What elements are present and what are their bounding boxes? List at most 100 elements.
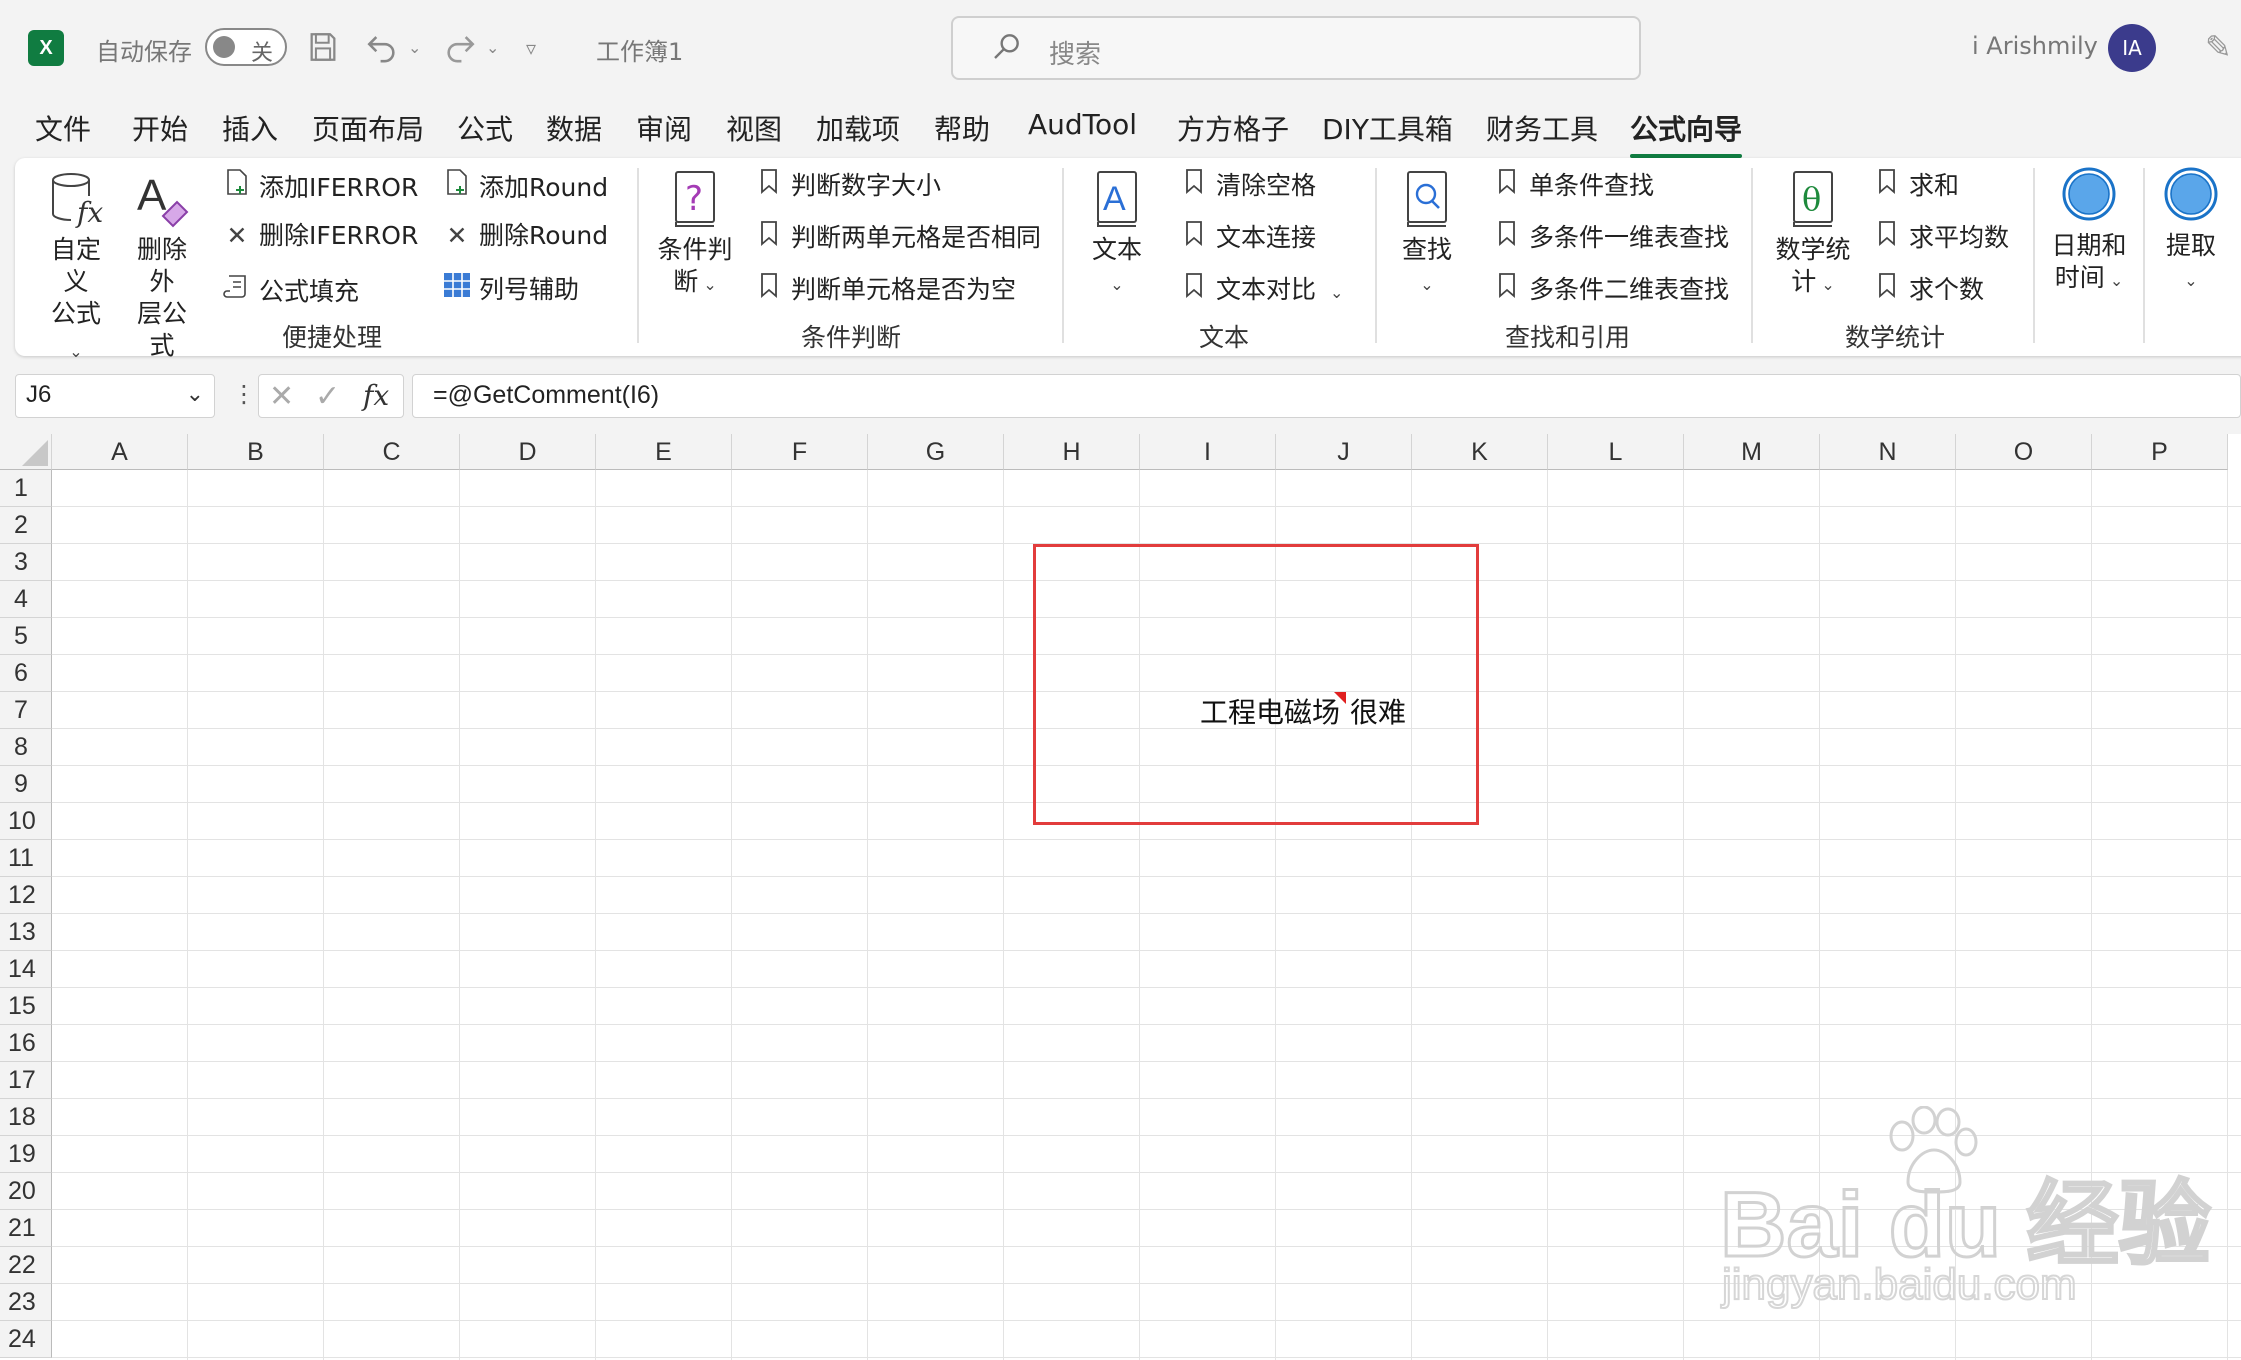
custom-formula-button[interactable]: fx 自定义 公式 ⌄ [45,170,107,368]
sum-button[interactable]: 求和 [1873,168,1959,202]
tab-view[interactable]: 视图 [726,108,782,148]
tab-formula-wizard[interactable]: 公式向导 [1630,108,1743,158]
column-header-b[interactable]: B [188,434,324,470]
undo-dropdown-icon[interactable]: ⌄ [408,30,421,66]
date-time-button[interactable]: 日期和 时间 ⌄ [2049,166,2129,297]
add-iferror-button[interactable]: 添加IFERROR [223,168,418,204]
column-header-i[interactable]: I [1140,434,1276,470]
extract-button[interactable]: 提取 ⌄ [2161,166,2221,297]
row-header-15[interactable]: 15 [0,988,52,1025]
column-header-k[interactable]: K [1412,434,1548,470]
column-header-a[interactable]: A [52,434,188,470]
column-header-p[interactable]: P [2092,434,2228,470]
select-all-button[interactable] [0,434,52,470]
count-button[interactable]: 求个数 [1873,272,1984,306]
add-round-button[interactable]: 添加Round [443,168,608,204]
judge-number-size-button[interactable]: 判断数字大小 [755,168,941,202]
row-header-1[interactable]: 1 [0,470,52,507]
redo-dropdown-icon[interactable]: ⌄ [486,30,499,66]
judge-cell-empty-button[interactable]: 判断单元格是否为空 [755,272,1016,306]
judge-cells-equal-button[interactable]: 判断两单元格是否相同 [755,220,1041,254]
tab-finance-tools[interactable]: 财务工具 [1486,108,1598,148]
column-header-o[interactable]: O [1956,434,2092,470]
row-header-21[interactable]: 21 [0,1210,52,1247]
tab-help[interactable]: 帮助 [934,108,990,148]
undo-icon[interactable] [364,30,400,73]
search-input[interactable]: 搜索 [951,16,1641,80]
row-header-11[interactable]: 11 [0,840,52,877]
column-header-n[interactable]: N [1820,434,1956,470]
cancel-icon[interactable]: ✕ [269,379,294,414]
row-header-7[interactable]: 7 [0,692,52,729]
average-button[interactable]: 求平均数 [1873,220,2009,254]
delete-iferror-button[interactable]: ✕ 删除IFERROR [223,220,419,252]
tab-formulas[interactable]: 公式 [457,108,513,148]
row-header-8[interactable]: 8 [0,729,52,766]
row-header-20[interactable]: 20 [0,1173,52,1210]
pen-icon[interactable]: ✎ [2205,28,2232,66]
condition-judge-button[interactable]: ? 条件判 断 ⌄ [655,170,735,301]
single-condition-lookup-button[interactable]: 单条件查找 [1493,168,1654,202]
column-header-l[interactable]: L [1548,434,1684,470]
tab-fangfang[interactable]: 方方格子 [1177,108,1289,148]
row-header-2[interactable]: 2 [0,507,52,544]
column-header-j[interactable]: J [1276,434,1412,470]
multi-condition-1d-lookup-button[interactable]: 多条件一维表查找 [1493,220,1729,254]
text-button[interactable]: A 文本 ⌄ [1087,170,1147,301]
column-header-c[interactable]: C [324,434,460,470]
tab-review[interactable]: 审阅 [636,108,692,148]
remove-outer-formula-button[interactable]: A 删除外 层公式 [131,170,193,362]
lookup-button[interactable]: 查找 ⌄ [1397,170,1457,301]
tab-diy-toolbox[interactable]: DIY工具箱 [1322,108,1453,148]
insert-function-icon[interactable]: fx [363,379,389,412]
autosave-toggle[interactable]: 关 [205,28,287,66]
row-header-23[interactable]: 23 [0,1284,52,1321]
user-name[interactable]: i Arishmily [1972,32,2098,60]
row-header-19[interactable]: 19 [0,1136,52,1173]
delete-round-button[interactable]: ✕ 删除Round [443,220,609,252]
text-join-button[interactable]: 文本连接 [1180,220,1316,254]
save-icon[interactable] [306,30,340,73]
row-header-3[interactable]: 3 [0,544,52,581]
column-header-d[interactable]: D [460,434,596,470]
row-header-4[interactable]: 4 [0,581,52,618]
column-header-e[interactable]: E [596,434,732,470]
row-header-16[interactable]: 16 [0,1025,52,1062]
row-header-12[interactable]: 12 [0,877,52,914]
tab-audtool[interactable]: AudTool [1028,108,1137,141]
row-header-9[interactable]: 9 [0,766,52,803]
column-header-h[interactable]: H [1004,434,1140,470]
row-header-5[interactable]: 5 [0,618,52,655]
customize-toolbar-icon[interactable]: ▿ [526,30,536,66]
tab-addins[interactable]: 加载项 [816,108,900,148]
tab-page-layout[interactable]: 页面布局 [312,108,424,148]
column-header-g[interactable]: G [868,434,1004,470]
row-header-10[interactable]: 10 [0,803,52,840]
name-box[interactable]: J6 ⌄ [15,374,215,418]
row-header-14[interactable]: 14 [0,951,52,988]
column-helper-button[interactable]: 列号辅助 [443,272,579,306]
row-header-17[interactable]: 17 [0,1062,52,1099]
multi-condition-2d-lookup-button[interactable]: 多条件二维表查找 [1493,272,1729,306]
fill-formula-button[interactable]: 公式填充 [223,272,359,308]
text-compare-button[interactable]: 文本对比 ⌄ [1180,272,1343,309]
row-header-22[interactable]: 22 [0,1247,52,1284]
chevron-down-icon[interactable]: ⌄ [186,381,204,407]
tab-data[interactable]: 数据 [546,108,602,148]
row-header-24[interactable]: 24 [0,1321,52,1358]
column-header-f[interactable]: F [732,434,868,470]
formula-input[interactable]: =@GetComment(I6) [412,374,2241,418]
tab-file[interactable]: 文件 [35,108,91,148]
redo-icon[interactable] [442,30,478,73]
math-stats-button[interactable]: θ 数学统 计 ⌄ [1773,170,1853,301]
tab-home[interactable]: 开始 [132,108,188,148]
more-vertical-icon[interactable]: ⋮ [232,380,256,408]
row-header-18[interactable]: 18 [0,1099,52,1136]
tab-insert[interactable]: 插入 [222,108,278,148]
avatar[interactable]: IA [2108,24,2156,72]
confirm-icon[interactable]: ✓ [315,379,340,414]
row-header-6[interactable]: 6 [0,655,52,692]
clear-spaces-button[interactable]: 清除空格 [1180,168,1316,202]
row-header-13[interactable]: 13 [0,914,52,951]
column-header-m[interactable]: M [1684,434,1820,470]
